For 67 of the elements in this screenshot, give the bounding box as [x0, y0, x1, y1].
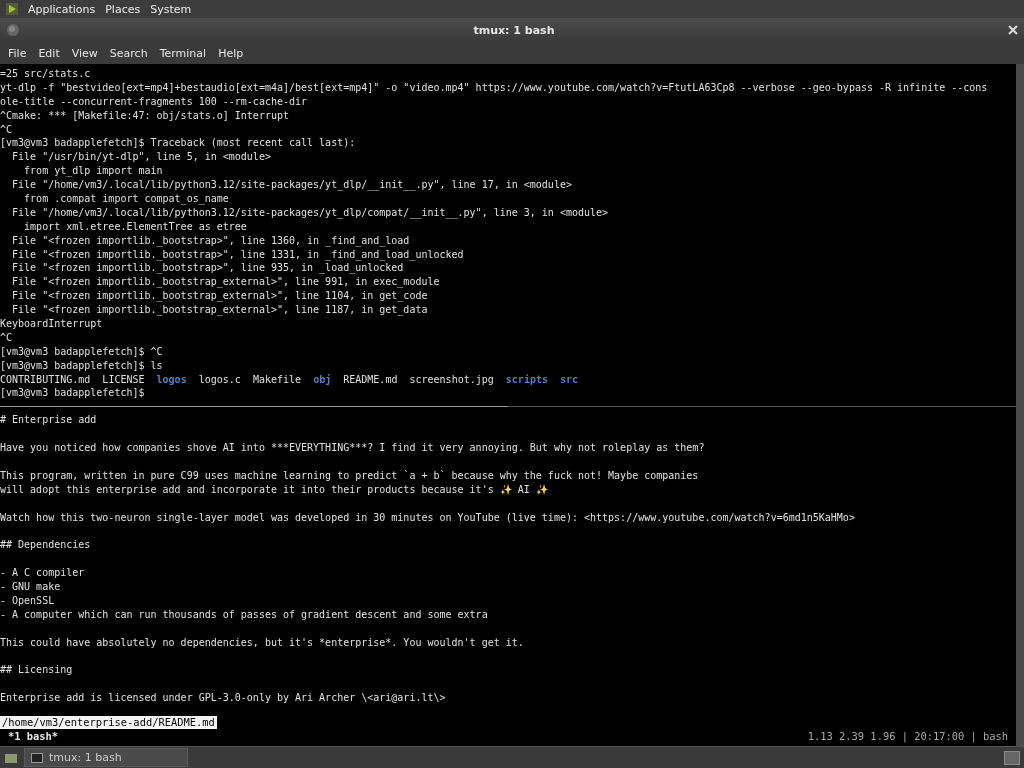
terminal-line: [vm3@vm3 badapplefetch]$ Traceback (most recent call last):: [0, 136, 357, 151]
directory-name: scripts: [505, 373, 548, 385]
text-line: This program, written in pure C99 uses machine learning to predict `a + b` because why the fuck not! Maybe companies: [0, 468, 700, 483]
terminal-line: File "<frozen importlib._bootstrap>", line 1331, in _find_and_load_unlocked: [11, 247, 465, 262]
text-line: ## Licensing: [0, 663, 74, 678]
text-line: will adopt this enterprise add and incorporate it into their products because it's ✨ AI ✨: [0, 482, 549, 497]
window-title: tmux: 1 bash: [472, 23, 556, 37]
panel-menu[interactable]: Places: [105, 2, 141, 16]
panel-menu[interactable]: Applications: [28, 2, 96, 16]
terminal-icon: [6, 23, 20, 37]
text-line: - OpenSSL: [0, 593, 56, 608]
panel-menu[interactable]: System: [150, 2, 192, 16]
terminal-line: ole-title --concurrent-fragments 100 --rm-cache-dir: [0, 94, 309, 109]
menu-item[interactable]: Search: [103, 46, 154, 60]
menu-item[interactable]: Help: [212, 46, 250, 60]
menu-item[interactable]: Edit: [32, 46, 66, 60]
file-name: Makefile: [252, 373, 302, 385]
task-label: tmux: 1 bash: [49, 751, 122, 764]
text-line: Enterprise add is licensed under GPL-3.0-only by Ari Archer \<ari@ari.lt\>: [0, 691, 447, 706]
file-name: screenshot.jpg: [409, 373, 494, 385]
terminal-line: File "/home/vm3/.local/lib/python3.12/site-packages/yt_dlp/__init__.py", line 17, in <module>: [11, 178, 573, 192]
file-name: CONTRIBUTING.md: [0, 373, 91, 385]
terminal-line: from .compat import compat_os_name: [23, 192, 230, 206]
terminal-line: ^C: [0, 122, 14, 137]
file-path-prompt[interactable]: /home/vm3/enterprise-add/README.md: [0, 716, 217, 729]
terminal-icon: [31, 752, 43, 763]
terminal-line: [vm3@vm3 badapplefetch]$: [0, 386, 146, 401]
workspace-icon[interactable]: [1004, 750, 1020, 765]
terminal-line: File "<frozen importlib._bootstrap>", line 935, in _load_unlocked: [11, 261, 405, 276]
menu-item[interactable]: Terminal: [153, 46, 213, 60]
window-tab[interactable]: *1 bash*: [8, 729, 59, 743]
terminal-line: [vm3@vm3 badapplefetch]$ ls: [0, 358, 164, 373]
text-line: # Enterprise add: [0, 413, 98, 428]
scrollbar[interactable]: [1016, 64, 1024, 746]
text-line: - A computer which can run thousands of passes of gradient descent and some extra: [0, 607, 489, 622]
terminal-line: File "/usr/bin/yt-dlp", line 5, in <module>: [11, 150, 272, 165]
status-info: 1.13 2.39 1.96 | 20:17:00 | bash: [807, 729, 1008, 743]
file-name: logos.c: [198, 373, 241, 385]
terminal-line: =25 src/stats.c: [0, 67, 92, 81]
directory-name: src: [560, 373, 579, 385]
text-line: - A C compiler: [0, 566, 86, 581]
file-name: README.md: [343, 373, 398, 385]
terminal-line: File "<frozen importlib._bootstrap_external>", line 991, in exec_module: [11, 275, 441, 290]
text-line: - GNU make: [0, 580, 62, 594]
task-button[interactable]: tmux: 1 bash: [24, 748, 188, 767]
terminal-line: ^Cmake: *** [Makefile:47: obj/stats.o] Interrupt: [0, 108, 290, 123]
terminal-line: File "<frozen importlib._bootstrap_external>", line 1187, in get_data: [11, 303, 429, 318]
play-icon[interactable]: [6, 3, 18, 15]
text-line: ## Dependencies: [0, 538, 92, 553]
terminal-line: File "/home/vm3/.local/lib/python3.12/site-packages/yt_dlp/compat/__init__.py", line 3, in <module>: [11, 205, 610, 220]
text-line: Watch how this two-neuron single-layer model was developed in 30 minutes on YouTube (live time): <https://www.youtube.com/watch?v=6md1n5KaHMo>: [0, 510, 856, 525]
file-name: LICENSE: [102, 373, 145, 385]
directory-name: logos: [156, 373, 187, 385]
terminal-line: File "<frozen importlib._bootstrap>", line 1360, in _find_and_load: [11, 233, 411, 248]
text-line: This could have absolutely no dependencies, but it's *enterprise*. You wouldn't get it.: [0, 635, 525, 650]
terminal-line: ^C: [0, 330, 14, 345]
menu-item[interactable]: View: [65, 46, 104, 60]
terminal-line: KeyboardInterrupt: [0, 317, 104, 331]
terminal-line: import xml.etree.ElementTree as etree: [23, 219, 248, 234]
terminal-line: [vm3@vm3 badapplefetch]$ ^C: [0, 344, 164, 359]
menu-item[interactable]: File: [2, 46, 33, 60]
directory-name: obj: [313, 373, 332, 385]
close-icon[interactable]: [1008, 25, 1018, 35]
terminal-line: yt-dlp -f "bestvideo[ext=mp4]+bestaudio[ext=m4a]/best[ext=mp4]" -o "video.mp4" https://www.youtube.com/watch?v=FtutLA63Cp8 --verbose --geo-bypass -R infinite --cons: [0, 80, 989, 95]
text-line: Have you noticed how companies shove AI into ***EVERYTHING***? I find it very annoying. But why not roleplay as them?: [0, 441, 706, 456]
terminal-line: from yt_dlp import main: [23, 164, 164, 179]
terminal-line: File "<frozen importlib._bootstrap_external>", line 1104, in get_code: [11, 289, 429, 304]
